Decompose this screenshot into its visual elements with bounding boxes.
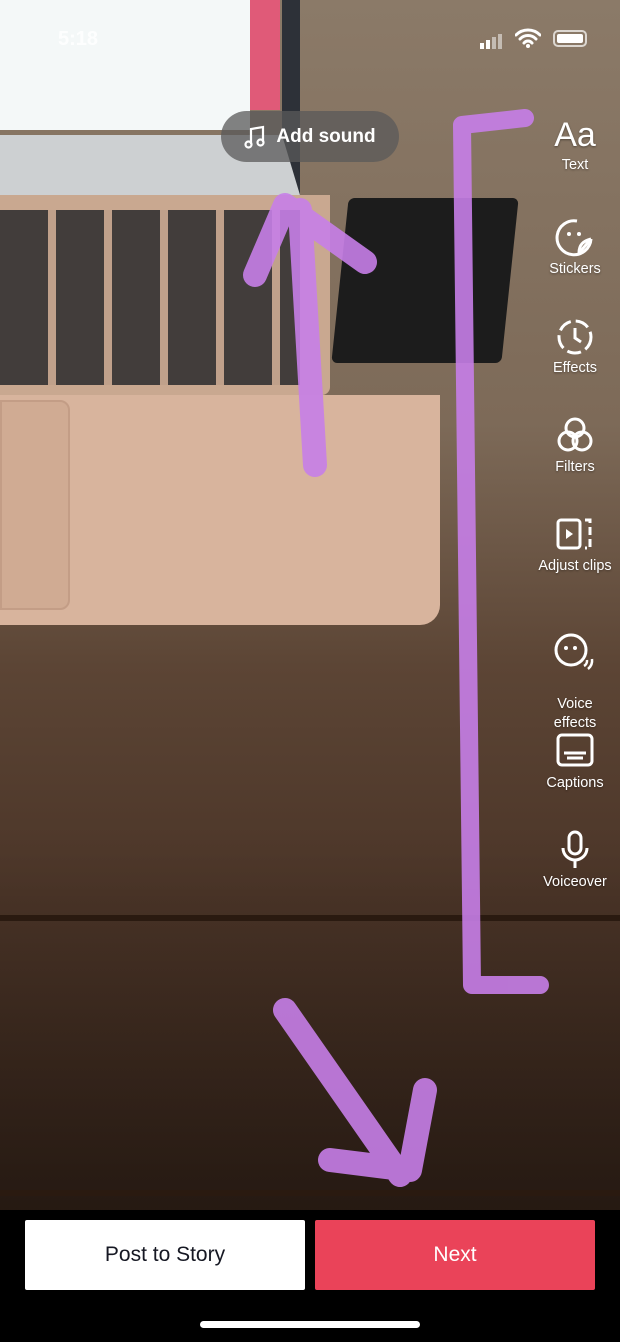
bracket-annotation — [453, 109, 549, 994]
tool-adjust-clips[interactable]: Adjust clips — [530, 514, 620, 574]
arrow-up-annotation — [243, 193, 377, 477]
battery-icon — [553, 30, 587, 47]
tool-voiceover[interactable]: Voiceover — [530, 830, 620, 890]
tool-filters[interactable]: Filters — [530, 415, 620, 475]
music-note-icon — [244, 125, 265, 149]
cellular-signal-icon — [480, 34, 502, 49]
add-sound-label: Add sound — [276, 125, 376, 147]
next-button[interactable]: Next — [315, 1220, 595, 1290]
drawn-annotations — [243, 109, 549, 1187]
tool-voice-effects[interactable]: Voice effects — [530, 613, 620, 733]
tool-label: Text — [561, 157, 589, 173]
arrow-down-annotation — [273, 998, 437, 1187]
tool-text[interactable]: Aa Text — [530, 115, 620, 173]
tool-effects[interactable]: Effects — [530, 316, 620, 376]
adjust-clips-icon — [556, 518, 592, 550]
wifi-icon — [515, 28, 541, 48]
effects-timer-icon — [557, 319, 593, 355]
sticker-icon — [555, 219, 593, 257]
voice-effects-icon — [554, 633, 594, 670]
tool-label: Adjust clips — [538, 558, 612, 574]
filters-circles-icon — [557, 417, 593, 452]
status-time: 5:18 — [58, 28, 99, 50]
tool-captions[interactable]: Captions — [530, 731, 620, 791]
tool-label: Effects — [552, 360, 598, 376]
video-preview[interactable] — [0, 0, 620, 1210]
captions-icon — [556, 733, 594, 767]
text-aa-icon: Aa — [554, 116, 596, 154]
video-editor: 5:18 Add sound Aa Text Stickers Effects … — [0, 0, 620, 1342]
add-sound-button[interactable]: Add sound — [221, 111, 399, 162]
tool-label: Filters — [555, 459, 595, 475]
tool-label: Stickers — [549, 261, 601, 277]
bottom-bar: Post to Story Next — [0, 1210, 620, 1342]
tool-label: Voice effects — [553, 696, 597, 731]
tool-label: Voiceover — [543, 874, 607, 890]
microphone-icon — [561, 830, 589, 868]
tool-stickers[interactable]: Stickers — [530, 217, 620, 277]
status-bar: 5:18 — [0, 0, 620, 80]
post-to-story-button[interactable]: Post to Story — [25, 1220, 305, 1290]
tool-label: Captions — [546, 775, 604, 791]
home-indicator[interactable] — [200, 1321, 420, 1328]
